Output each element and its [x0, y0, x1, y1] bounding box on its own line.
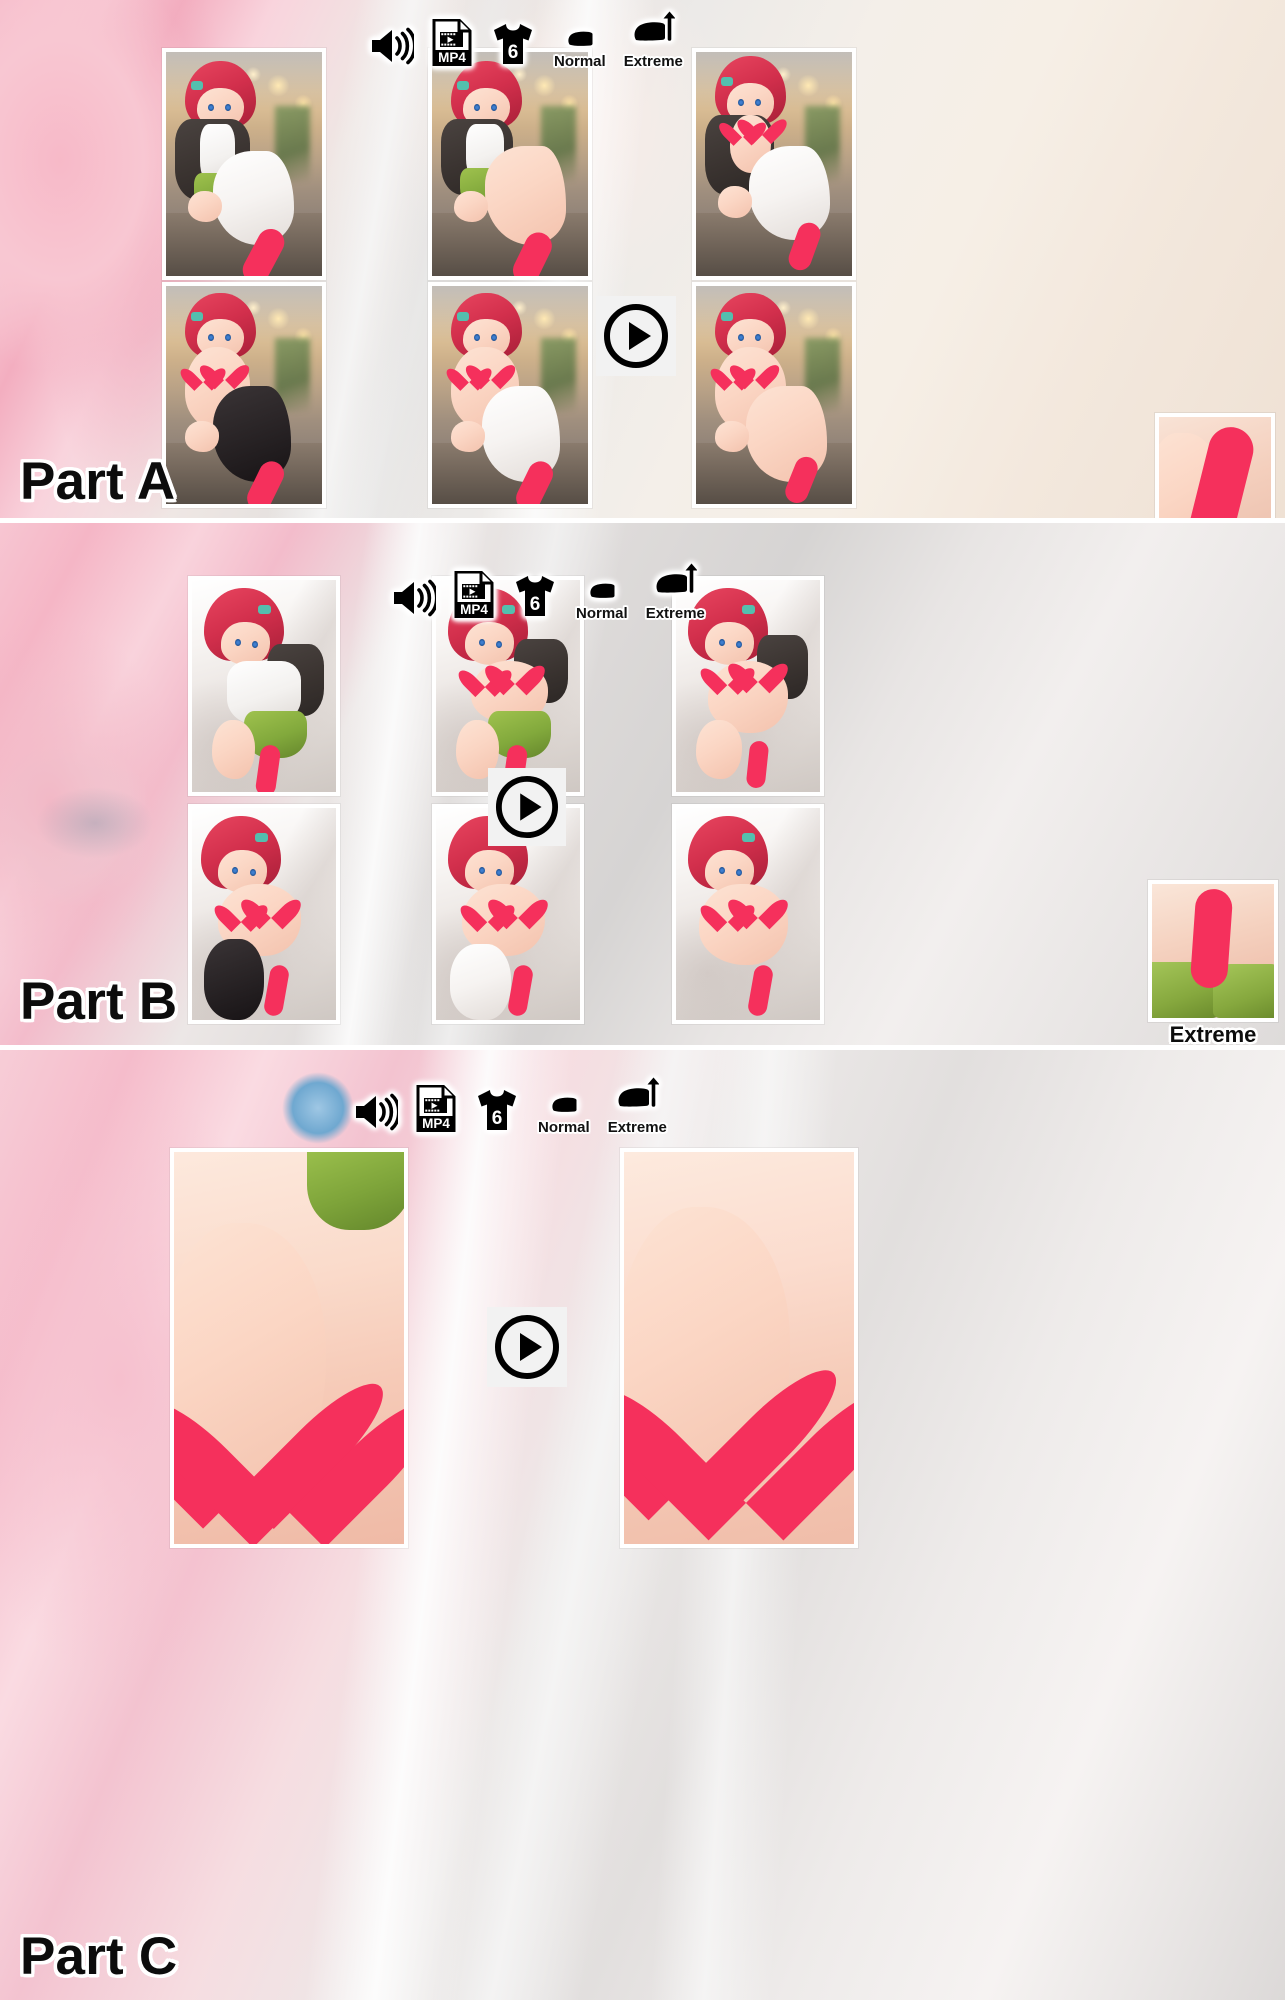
feature-outfits[interactable]: 6 [512, 574, 558, 622]
thumbnail-a3[interactable] [692, 48, 856, 280]
feature-extreme-label: Extreme [607, 1119, 667, 1136]
speaker-icon [352, 1092, 401, 1137]
play-icon [495, 1315, 559, 1379]
thumbnail-a5[interactable] [428, 282, 592, 508]
pose-extreme-icon [615, 1074, 660, 1121]
feature-normal[interactable]: Normal [554, 28, 606, 70]
feature-outfits[interactable]: 6 [490, 22, 536, 70]
speaker-icon [368, 26, 417, 71]
part-c-feature-row: MP4 6 Normal Extreme [352, 1074, 667, 1136]
feature-voice[interactable] [390, 578, 439, 623]
feature-outfits[interactable]: 6 [474, 1088, 520, 1136]
tshirt-icon: 6 [490, 22, 536, 71]
thumbnail-a6[interactable] [692, 282, 856, 508]
mp4-file-icon: MP4 [454, 570, 494, 623]
pose-extreme-icon [631, 8, 676, 55]
part-a-play-button[interactable] [596, 296, 676, 376]
part-a-extreme-thumbnail[interactable] [1155, 413, 1275, 518]
feature-extreme[interactable]: Extreme [608, 1074, 667, 1136]
part-c-play-button[interactable] [487, 1307, 567, 1387]
pose-normal-icon [565, 28, 595, 55]
feature-extreme[interactable]: Extreme [646, 560, 705, 622]
thumbnail-a2[interactable] [428, 48, 592, 280]
thumbnail-b4[interactable] [188, 804, 340, 1024]
thumbnail-b6[interactable] [672, 804, 824, 1024]
pose-normal-icon [587, 580, 617, 607]
divider-b-c [0, 1045, 1285, 1050]
thumbnail-c2[interactable] [620, 1148, 858, 1548]
play-icon [604, 304, 668, 368]
part-a-title: Part A [20, 452, 176, 511]
feature-normal[interactable]: Normal [538, 1094, 590, 1136]
feature-normal-label: Normal [576, 605, 628, 622]
feature-normal-label: Normal [554, 53, 606, 70]
feature-voice[interactable] [352, 1092, 401, 1137]
svg-text:MP4: MP4 [460, 602, 488, 617]
part-c-panel: MP4 6 Normal Extreme Part C [0, 1050, 1285, 2000]
tshirt-icon: 6 [512, 574, 558, 623]
pose-extreme-icon [653, 560, 698, 607]
part-b-panel: MP4 6 Normal Extreme Extreme Part B [0, 523, 1285, 1045]
tshirt-count-badge: 6 [492, 1108, 503, 1129]
pose-normal-icon [549, 1094, 579, 1121]
part-a-extreme-callout[interactable]: Extreme [1155, 413, 1275, 518]
mp4-file-icon: MP4 [432, 18, 472, 71]
feature-normal[interactable]: Normal [576, 580, 628, 622]
feature-format[interactable]: MP4 [416, 1084, 456, 1137]
feature-extreme-label: Extreme [645, 605, 705, 622]
feature-extreme[interactable]: Extreme [624, 8, 683, 70]
part-b-extreme-callout[interactable]: Extreme [1148, 880, 1278, 1045]
play-icon [495, 775, 559, 839]
thumbnail-b1[interactable] [188, 576, 340, 796]
part-b-extreme-label: Extreme [1169, 1022, 1257, 1045]
speaker-icon [390, 578, 439, 623]
part-a-feature-row: MP4 6 Normal Extreme [368, 8, 683, 70]
thumbnail-a4[interactable] [162, 282, 326, 508]
part-a-panel: MP4 6 Normal Extreme Part A [0, 0, 1285, 518]
svg-text:MP4: MP4 [438, 50, 466, 65]
preview-banner: MP4 6 Normal Extreme Part A MP4 6 Normal… [0, 0, 1285, 2000]
tshirt-icon: 6 [474, 1088, 520, 1137]
part-b-play-button[interactable] [488, 768, 566, 846]
tshirt-count-badge: 6 [530, 594, 541, 615]
feature-normal-label: Normal [538, 1119, 590, 1136]
part-b-extreme-thumbnail[interactable] [1148, 880, 1278, 1022]
thumbnail-a1[interactable] [162, 48, 326, 280]
part-c-title: Part C [20, 1927, 178, 1986]
svg-text:MP4: MP4 [422, 1116, 450, 1131]
part-b-title: Part B [20, 972, 178, 1031]
mp4-file-icon: MP4 [416, 1084, 456, 1137]
thumbnail-c1[interactable] [170, 1148, 408, 1548]
tshirt-count-badge: 6 [508, 42, 519, 63]
part-b-feature-row: MP4 6 Normal Extreme [390, 560, 705, 622]
divider-a-b [0, 518, 1285, 523]
feature-format[interactable]: MP4 [432, 18, 472, 71]
feature-voice[interactable] [368, 26, 417, 71]
feature-extreme-label: Extreme [623, 53, 683, 70]
feature-format[interactable]: MP4 [454, 570, 494, 623]
